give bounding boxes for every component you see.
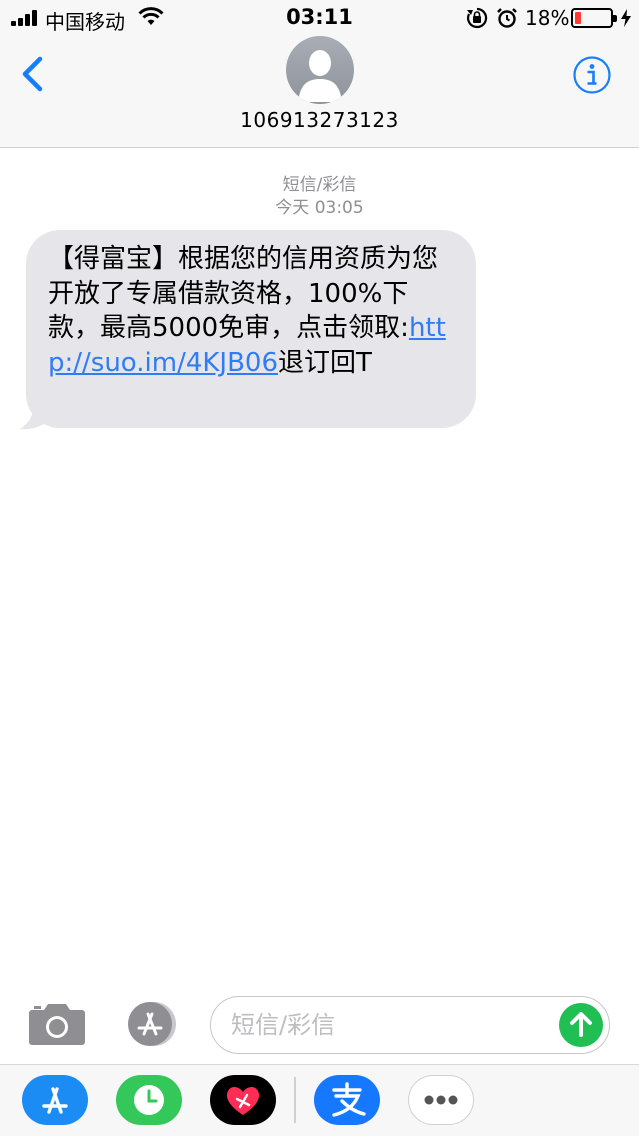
person-silhouette-icon (298, 50, 342, 102)
alipay-app[interactable] (314, 1075, 380, 1125)
clock-icon (134, 1085, 164, 1115)
message-input[interactable] (231, 1007, 551, 1043)
send-arrow-up-icon (570, 1012, 592, 1037)
status-bar: 中国移动 03:11 18% (0, 0, 639, 36)
heart-icon (226, 1086, 260, 1115)
message-text: 【得富宝】根据您的信用资质为您开放了专属借款资格，100%下款，最高5000免审… (48, 242, 454, 380)
message-body: 【得富宝】根据您的信用资质为您开放了专属借款资格，100%下款，最高5000免审… (48, 244, 439, 343)
alipay-icon (332, 1082, 366, 1117)
more-dots-icon (424, 1095, 458, 1105)
battery-fill (575, 12, 581, 24)
battery-icon (571, 8, 617, 28)
conversation-header: 106913273123 (0, 36, 639, 148)
battery-percent: 18% (525, 6, 570, 30)
contact-name[interactable]: 106913273123 (0, 108, 639, 132)
clock-app[interactable] (116, 1075, 182, 1125)
charging-bolt-icon (621, 9, 631, 27)
app-store-app[interactable] (22, 1075, 88, 1125)
app-drawer-divider (294, 1077, 296, 1123)
app-store-glyph-icon (42, 1087, 68, 1114)
more-apps[interactable] (408, 1075, 474, 1125)
send-button[interactable] (559, 1003, 603, 1047)
info-icon[interactable] (572, 55, 612, 95)
message-kind-label: 短信/彩信 (282, 175, 357, 195)
incoming-message-bubble[interactable]: 【得富宝】根据您的信用资质为您开放了专属借款资格，100%下款，最高5000免审… (26, 230, 476, 428)
chevron-left-icon[interactable] (18, 56, 48, 92)
app-store-icon[interactable] (120, 1000, 180, 1048)
message-unsubscribe: 退订回T (278, 347, 372, 378)
alarm-icon (497, 8, 517, 28)
app-drawer (0, 1064, 639, 1136)
rotation-lock-icon (466, 7, 488, 29)
camera-icon[interactable] (28, 1000, 86, 1046)
digital-touch-app[interactable] (210, 1075, 276, 1125)
message-timestamp: 今天 03:05 (275, 198, 364, 218)
message-input-field[interactable] (210, 996, 610, 1054)
contact-avatar[interactable] (286, 36, 354, 104)
